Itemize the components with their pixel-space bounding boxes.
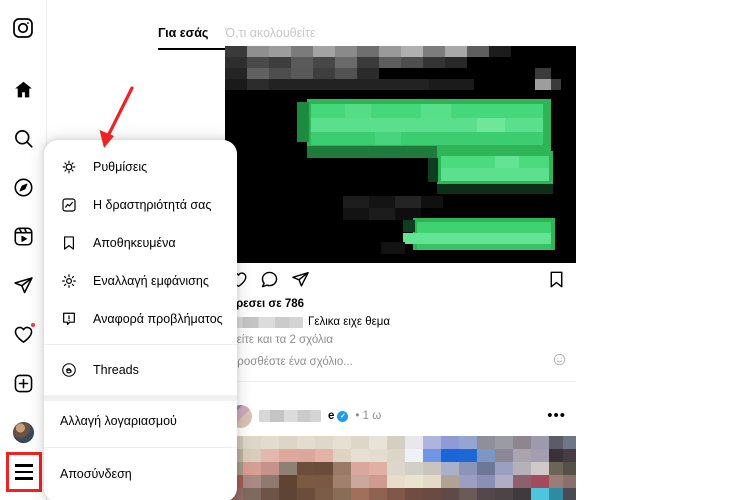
menu-item-label: Αποθηκευμένα (93, 236, 176, 250)
menu-item-switch-appearance[interactable]: Εναλλαγή εμφάνισης (44, 262, 237, 300)
report-problem-icon (60, 311, 77, 328)
hamburger-icon[interactable] (5, 452, 42, 492)
post-meta: • 1 ω (355, 410, 381, 422)
post-header: e ✓ • 1 ω ••• (225, 396, 576, 436)
comment-input-placeholder[interactable]: Προσθέστε ένα σχόλιο... (229, 356, 353, 368)
sidebar-item-messages[interactable] (8, 270, 38, 300)
add-comment-row[interactable]: Προσθέστε ένα σχόλιο... (225, 353, 576, 371)
emoji-icon[interactable] (553, 353, 566, 371)
nav-items (8, 74, 38, 447)
menu-divider (44, 447, 237, 448)
sidebar-item-search[interactable] (8, 123, 38, 153)
post-timestamp: 1 ω (362, 410, 382, 422)
share-icon[interactable] (291, 270, 310, 294)
menu-item-label: Η δραστηριότητά σας (93, 198, 212, 212)
bookmark-icon[interactable] (547, 270, 566, 294)
sun-theme-icon (60, 273, 77, 290)
meta-separator: • (355, 410, 360, 422)
menu-item-label: Αναφορά προβλήματος (93, 312, 223, 326)
tab-following[interactable]: Ό,τι ακολουθείτε (225, 26, 315, 40)
post-media[interactable] (225, 46, 576, 263)
post-username[interactable]: e ✓ (328, 410, 349, 422)
sidebar-item-reels[interactable] (8, 221, 38, 251)
like-count: άρεσει σε 786 (229, 298, 305, 310)
redacted-username (229, 316, 303, 328)
sidebar-item-explore[interactable] (8, 172, 38, 202)
avatar (12, 421, 34, 443)
view-comments-link[interactable]: Δείτε και τα 2 σχόλια (225, 334, 576, 346)
instagram-app-window: Για εσάς Ό,τι ακολουθείτε άρεσει σε 786 … (0, 0, 750, 500)
more-options-icon[interactable]: ••• (547, 408, 566, 423)
more-options-menu: Ρυθμίσεις Η δραστηριότητά σας Αποθηκευμέ… (44, 140, 237, 500)
menu-item-logout[interactable]: Αποσύνδεση (44, 454, 237, 494)
menu-item-label: Αλλαγή λογαριασμού (60, 414, 177, 428)
menu-item-threads[interactable]: Threads (44, 351, 237, 389)
threads-icon (60, 362, 77, 379)
tab-for-you[interactable]: Για εσάς (158, 26, 208, 40)
menu-item-label: Αποσύνδεση (60, 467, 132, 481)
menu-item-label: Εναλλαγή εμφάνισης (93, 274, 209, 288)
menu-item-settings[interactable]: Ρυθμίσεις (44, 148, 237, 186)
sidebar-item-home[interactable] (8, 74, 38, 104)
nav-bottom (0, 452, 47, 492)
post-card: άρεσει σε 786 Γελικα ειχε θεμα Δείτε και… (225, 46, 576, 382)
settings-gear-icon (60, 159, 77, 176)
verified-badge-icon: ✓ (337, 410, 349, 422)
active-tab-underline (158, 48, 226, 50)
menu-item-label: Ρυθμίσεις (93, 160, 148, 174)
menu-item-your-activity[interactable]: Η δραστηριότητά σας (44, 186, 237, 224)
left-nav-rail (0, 0, 47, 500)
feed-tabs: Για εσάς Ό,τι ακολουθείτε (158, 26, 315, 40)
post-media[interactable] (225, 436, 576, 500)
activity-chart-icon (60, 197, 77, 214)
menu-item-saved[interactable]: Αποθηκευμένα (44, 224, 237, 262)
menu-item-switch-account[interactable]: Αλλαγή λογαριασμού (44, 401, 237, 441)
post-action-bar (225, 263, 576, 297)
username-suffix: e (328, 410, 335, 422)
sidebar-item-create[interactable] (8, 368, 38, 398)
bookmark-icon (60, 235, 77, 252)
post-card: e ✓ • 1 ω ••• (225, 396, 576, 500)
instagram-logo-icon[interactable] (12, 17, 34, 44)
menu-divider (44, 344, 237, 345)
post-caption: Γελικα ειχε θεμα (225, 316, 576, 328)
redacted-username (259, 410, 321, 422)
post-divider (225, 381, 576, 382)
caption-text: Γελικα ειχε θεμα (308, 316, 391, 328)
sidebar-item-profile[interactable] (8, 417, 38, 447)
sidebar-item-notifications[interactable] (8, 319, 38, 349)
notification-badge-dot (30, 322, 36, 328)
comment-icon[interactable] (260, 270, 279, 294)
menu-item-label: Threads (93, 363, 139, 377)
menu-item-report-problem[interactable]: Αναφορά προβλήματος (44, 300, 237, 338)
